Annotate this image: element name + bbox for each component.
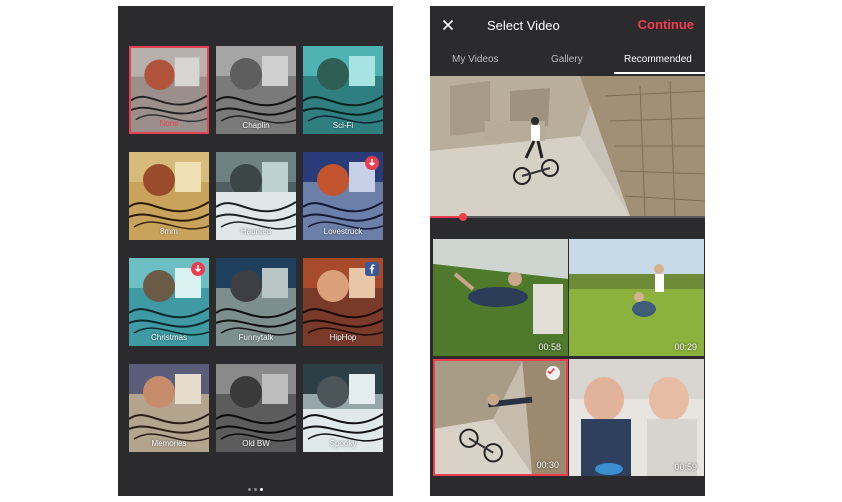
close-icon (442, 19, 454, 31)
filter-label: Lovestruck (323, 227, 363, 236)
filter-tile-christmas[interactable]: Christmas (129, 258, 209, 346)
filter-label: None (159, 119, 179, 128)
facebook-icon (369, 264, 375, 274)
filter-label: Old BW (242, 439, 270, 448)
filter-label: Memories (151, 439, 187, 448)
continue-button[interactable]: Continue (638, 17, 694, 32)
filter-label: Haunted (240, 227, 272, 236)
video-preview[interactable] (430, 76, 705, 216)
video-duration: 00:29 (674, 342, 697, 352)
video-thumbnail-selected[interactable]: 00:30 (433, 359, 568, 476)
selected-check-badge (546, 366, 560, 380)
tab-bar: My Videos Gallery Recommended (430, 48, 705, 76)
filter-panel: None Chaplin Sci-Fi 8mm Haunted Lovestru… (118, 6, 393, 496)
filter-tile-chaplin[interactable]: Chaplin (216, 46, 296, 134)
filter-tile-lovestruck[interactable]: Lovestruck (303, 152, 383, 240)
video-duration: 00:59 (674, 462, 697, 472)
video-thumbnail[interactable]: 00:58 (433, 239, 568, 356)
filter-label: 8mm (160, 227, 178, 236)
facebook-badge[interactable] (365, 262, 379, 276)
filter-label: Funnytalk (238, 333, 274, 342)
tab-my-videos[interactable]: My Videos (452, 54, 499, 65)
download-icon (368, 159, 376, 167)
video-progress-bar[interactable] (430, 213, 705, 221)
filter-tile-funnytalk[interactable]: Funnytalk (216, 258, 296, 346)
checkmark-icon (547, 368, 555, 375)
video-thumbnail[interactable]: 00:59 (569, 359, 704, 476)
video-grid: 00:58 00:29 00:30 00:59 (430, 239, 705, 496)
filter-label: Christmas (150, 333, 187, 342)
filter-tile-none[interactable]: None (129, 46, 209, 134)
video-duration: 00:30 (536, 460, 559, 470)
tab-recommended[interactable]: Recommended (624, 54, 692, 65)
video-duration: 00:58 (538, 342, 561, 352)
filter-label: Spooky (329, 439, 357, 448)
filter-tile-sci-fi[interactable]: Sci-Fi (303, 46, 383, 134)
filter-label: Sci-Fi (332, 121, 354, 130)
filter-tile-old-bw[interactable]: Old BW (216, 364, 296, 452)
filter-label: HipHop (329, 333, 357, 342)
download-badge[interactable] (191, 262, 205, 276)
filter-tile-8mm[interactable]: 8mm (129, 152, 209, 240)
page-dot-active[interactable] (260, 488, 263, 491)
filter-label: Chaplin (242, 121, 270, 130)
filter-tile-memories[interactable]: Memories (129, 364, 209, 452)
page-dot[interactable] (248, 488, 251, 491)
filter-tile-spooky[interactable]: Spooky (303, 364, 383, 452)
close-button[interactable] (440, 17, 456, 33)
select-video-screen: Select Video Continue My Videos Gallery … (430, 6, 705, 496)
filter-tile-hiphop[interactable]: HipHop (303, 258, 383, 346)
download-badge[interactable] (365, 156, 379, 170)
video-thumbnail[interactable]: 00:29 (569, 239, 704, 356)
page-dot[interactable] (254, 488, 257, 491)
page-indicator (118, 488, 393, 494)
progress-handle[interactable] (459, 213, 467, 221)
download-icon (194, 265, 202, 273)
top-bar: Select Video Continue (430, 6, 705, 46)
tab-gallery[interactable]: Gallery (551, 54, 583, 65)
active-tab-indicator (614, 72, 705, 74)
filter-grid: None Chaplin Sci-Fi 8mm Haunted Lovestru… (118, 6, 393, 496)
filter-tile-haunted[interactable]: Haunted (216, 152, 296, 240)
page-title: Select Video (487, 18, 560, 33)
